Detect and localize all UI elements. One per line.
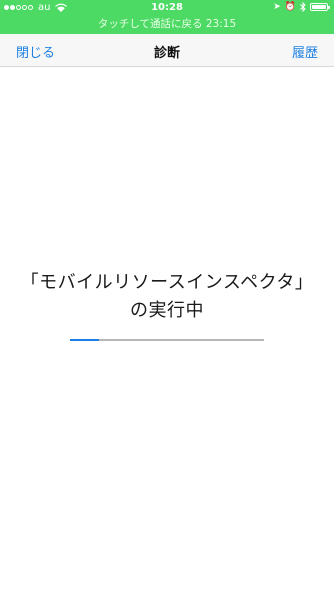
status-bar: au 10:28 ➤ ⏰ タッチして通話に戻る 23:15 <box>0 0 334 34</box>
diagnostic-content: 「モバイルリソースインスペクタ」の実行中 <box>0 67 334 594</box>
location-arrow-icon: ➤ <box>273 2 281 12</box>
running-status-message: 「モバイルリソースインスペクタ」の実行中 <box>20 272 314 321</box>
progress-bar <box>70 339 264 341</box>
battery-icon <box>310 3 330 11</box>
return-to-call-banner[interactable]: タッチして通話に戻る 23:15 <box>0 16 334 32</box>
alarm-icon: ⏰ <box>284 2 296 12</box>
progress-bar-fill <box>70 339 100 341</box>
status-right-icons: ➤ ⏰ <box>273 2 330 12</box>
page-title: 診断 <box>153 46 180 61</box>
bluetooth-icon <box>300 2 306 12</box>
status-row: au 10:28 ➤ ⏰ <box>0 0 334 16</box>
navigation-bar: 閉じる 診断 履歴 <box>0 34 334 67</box>
battery-level-fill <box>312 5 326 9</box>
history-button[interactable]: 履歴 <box>292 42 318 61</box>
